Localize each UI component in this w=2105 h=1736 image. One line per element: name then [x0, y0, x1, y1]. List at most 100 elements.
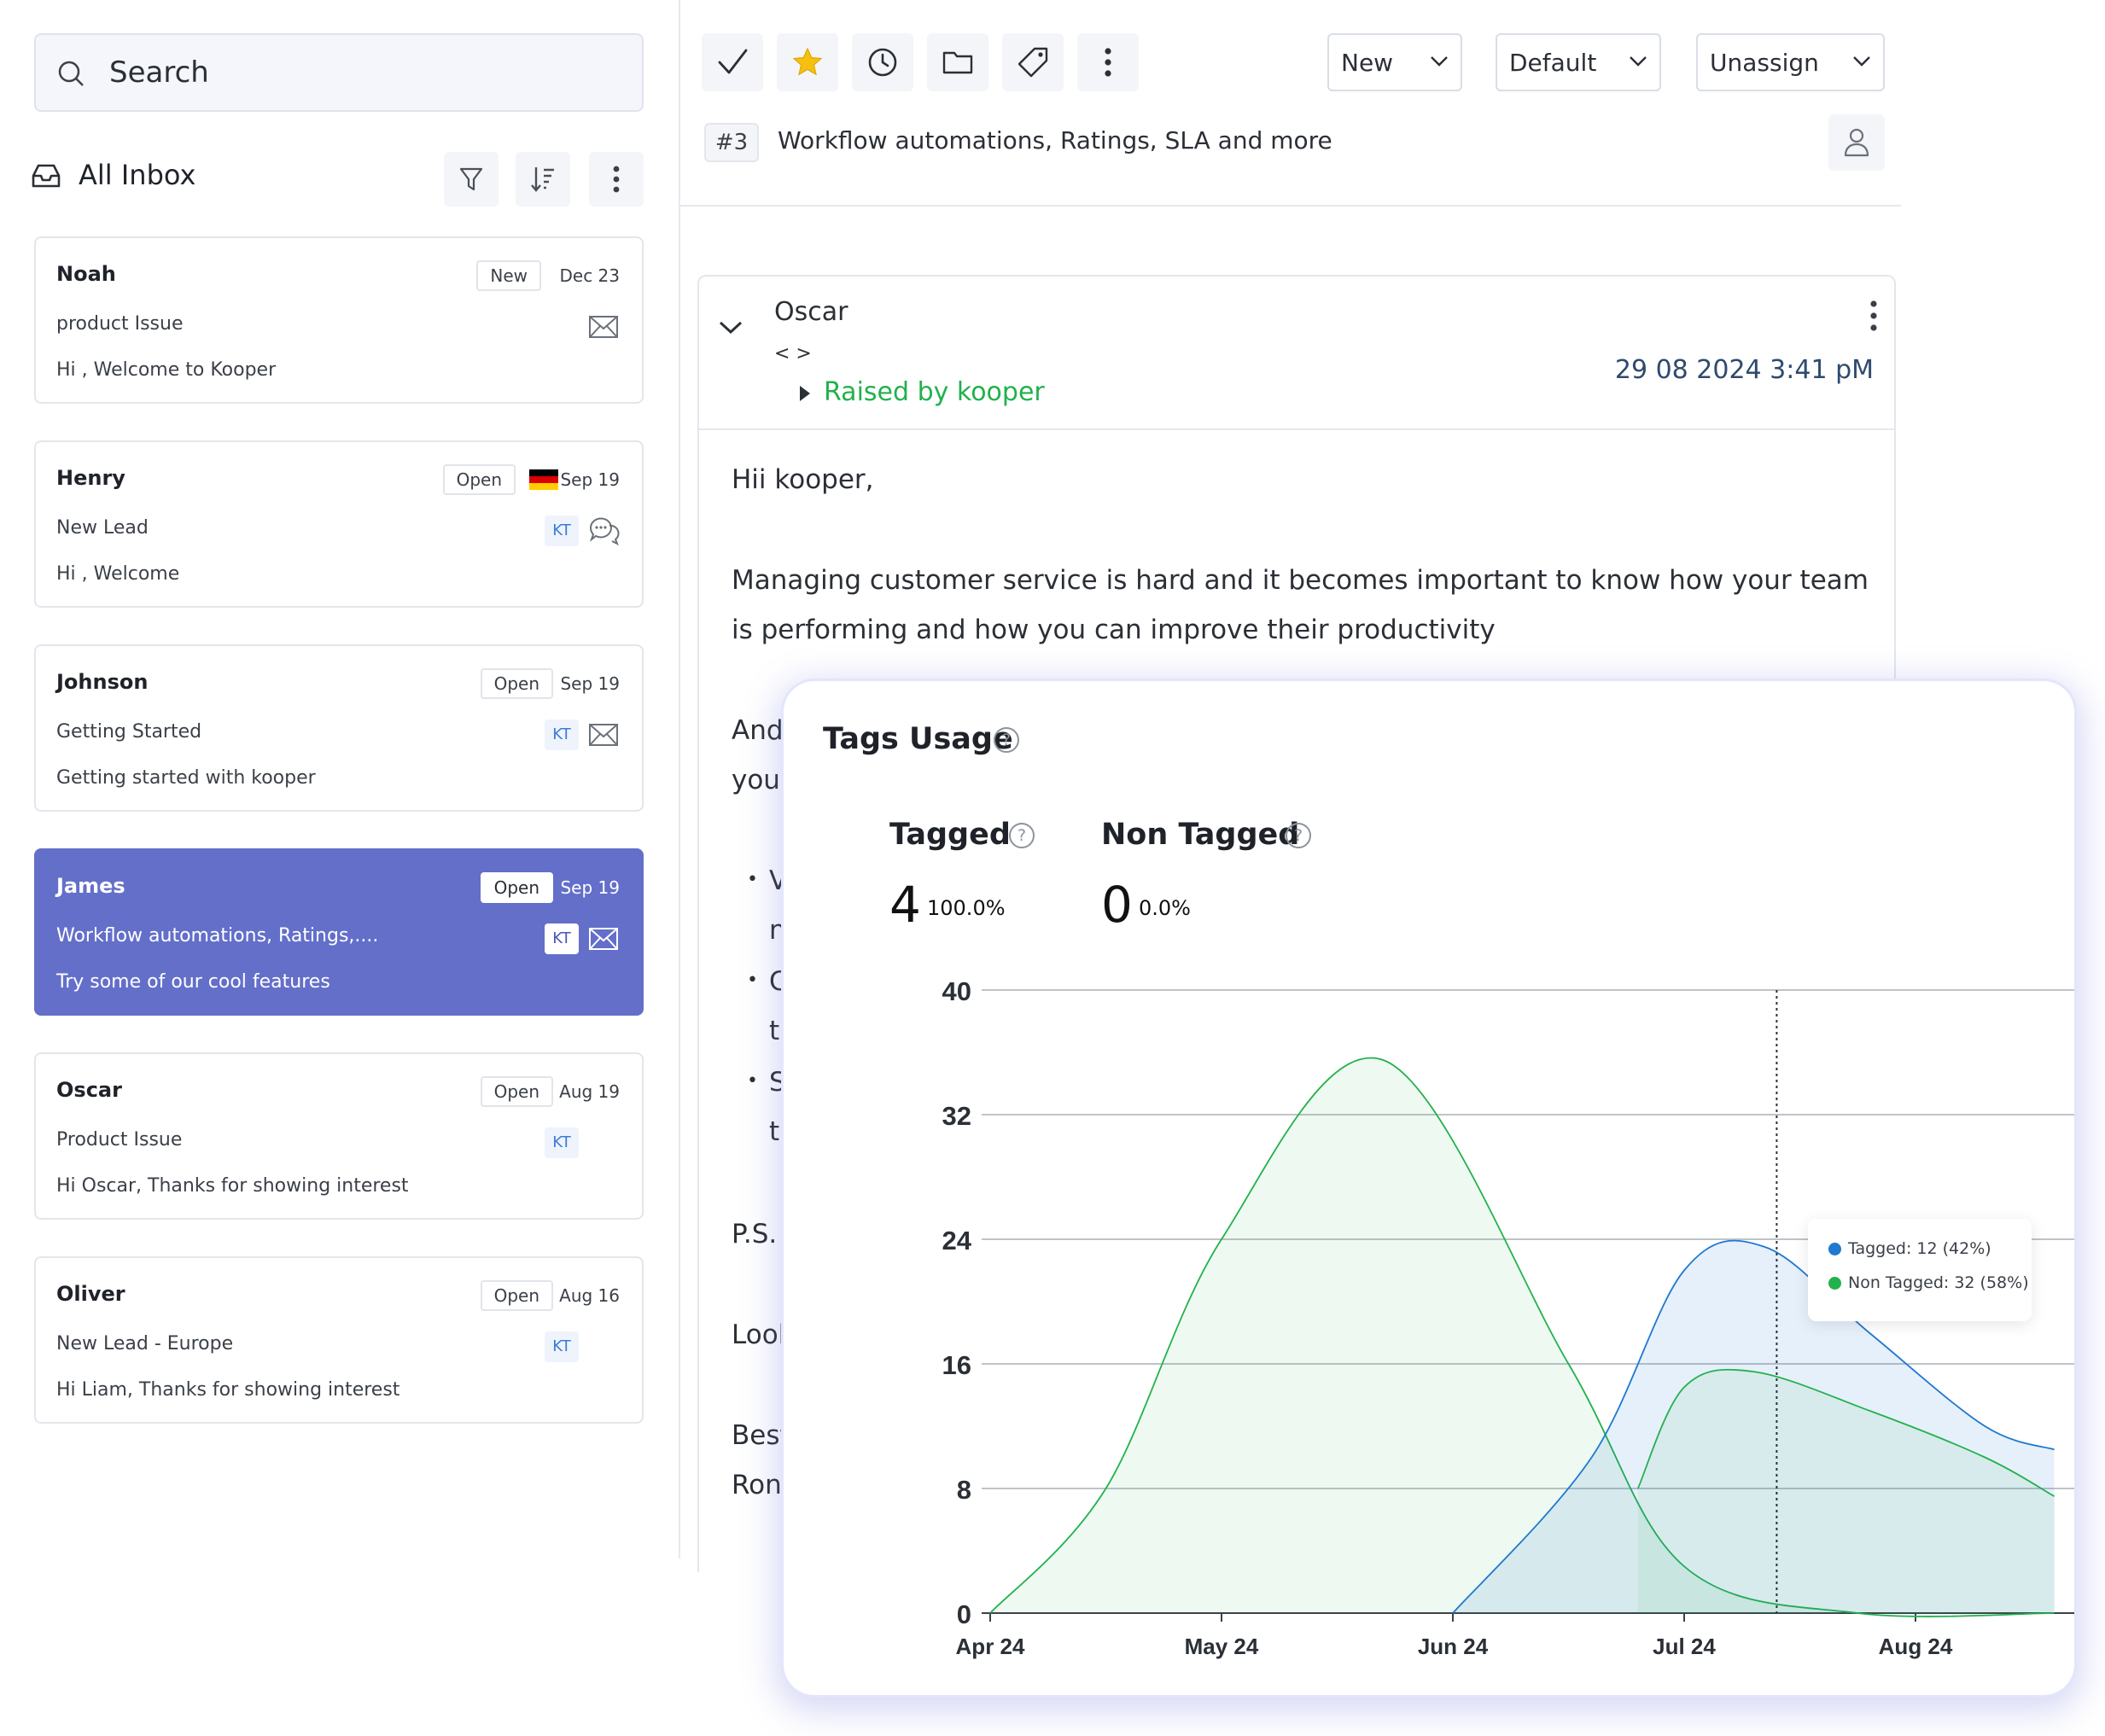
kt-badge: KT [545, 1127, 579, 1158]
more-vertical-icon [613, 166, 620, 193]
kt-badge: KT [545, 1331, 579, 1362]
search-icon [58, 61, 84, 86]
message-line: P.S. [732, 1219, 778, 1250]
star-button[interactable] [777, 33, 838, 91]
status-select[interactable]: New [1327, 33, 1462, 91]
raised-by-link[interactable]: Raised by kooper [824, 377, 1045, 407]
y-tick-label: 32 [942, 1101, 971, 1131]
user-icon [1844, 128, 1869, 157]
assign-select[interactable]: Unassign [1696, 33, 1885, 91]
envelope-icon [589, 928, 618, 950]
chevron-down-icon [1431, 56, 1448, 67]
tag-button[interactable] [1002, 33, 1064, 91]
conversation-preview: Hi Oscar, Thanks for showing interest [56, 1175, 409, 1197]
check-icon [718, 49, 748, 74]
contact-name: Henry [56, 466, 125, 490]
conversation-subject: product Issue [56, 313, 184, 335]
bullet: • [747, 869, 758, 890]
expand-triangle-icon[interactable] [800, 386, 810, 401]
conversation-item[interactable]: Johnson Open Sep 19 Getting Started KT G… [34, 644, 644, 812]
contact-name: Oliver [56, 1282, 125, 1306]
status-badge: Open [480, 872, 553, 903]
inbox-more-button[interactable] [589, 152, 644, 207]
tagged-dot-icon [1828, 1243, 1841, 1255]
resolve-button[interactable] [702, 33, 763, 91]
conversation-date: Dec 23 [559, 265, 620, 286]
tooltip-non-tagged: Non Tagged: 32 (58%) [1848, 1273, 2029, 1292]
conversation-date: Aug 19 [559, 1081, 620, 1102]
envelope-icon [589, 316, 618, 338]
conversation-sidebar: Search All Inbox Noah New Dec 23 product… [0, 0, 680, 1558]
status-badge: Open [442, 464, 516, 495]
conversation-item-active[interactable]: James Open Sep 19 Workflow automations, … [34, 848, 644, 1016]
tags-usage-card: Tags Usage ? Tagged ? 4 100.0% Non Tagge… [784, 681, 2074, 1695]
more-vertical-icon [1105, 48, 1111, 77]
ticket-number: #3 [704, 123, 759, 162]
folder-icon [942, 51, 973, 74]
x-tick-label: Jun 24 [1418, 1634, 1489, 1659]
conversation-subject: New Lead [56, 517, 149, 539]
star-icon [792, 47, 823, 76]
bullet: • [747, 1070, 758, 1092]
more-actions-button[interactable] [1077, 33, 1139, 91]
non-tagged-area [1637, 1369, 2055, 1613]
tags-usage-chart: 0 8 16 24 32 40 Apr 24 May 24 Jun 24 Jul 24 Aug 24 [942, 976, 2074, 1659]
message-line: And [732, 715, 784, 746]
assign-select-value: Unassign [1710, 49, 1819, 77]
chevron-down-icon [1630, 56, 1647, 67]
message-timestamp: 29 08 2024 3:41 pM [1614, 355, 1874, 385]
kt-badge: KT [545, 923, 579, 954]
status-select-value: New [1341, 49, 1394, 77]
message-line: Lool [732, 1319, 786, 1350]
clock-icon [868, 48, 897, 77]
kt-badge: KT [545, 516, 579, 546]
message-line: Ron [732, 1470, 782, 1500]
contact-name: James [56, 874, 125, 898]
message-line: Hii kooper, [732, 464, 874, 495]
envelope-icon [589, 724, 618, 746]
divider [680, 205, 1901, 207]
conversation-item[interactable]: Oscar Open Aug 19 Product Issue KT Hi Os… [34, 1052, 644, 1220]
x-tick-label: Jul 24 [1653, 1634, 1716, 1659]
status-badge: Open [480, 668, 553, 699]
conversation-item[interactable]: Noah New Dec 23 product Issue Hi , Welco… [34, 236, 644, 404]
conversation-preview: Try some of our cool features [56, 971, 330, 993]
inbox-title: All Inbox [79, 159, 196, 191]
x-tick-label: May 24 [1185, 1634, 1259, 1659]
conversation-preview: Hi Liam, Thanks for showing interest [56, 1379, 400, 1401]
conversation-subject: Getting Started [56, 721, 202, 743]
sender-name: Oscar [774, 297, 848, 327]
chevron-down-icon [1853, 56, 1870, 67]
message-line: Managing customer service is hard and it… [732, 565, 1869, 596]
y-tick-label: 16 [942, 1350, 971, 1380]
y-tick-label: 8 [957, 1475, 971, 1505]
status-badge: Open [480, 1076, 553, 1107]
conversation-item[interactable]: Henry Open Sep 19 New Lead KT Hi , Welco… [34, 440, 644, 608]
priority-select[interactable]: Default [1496, 33, 1661, 91]
contact-name: Noah [56, 262, 116, 286]
assignee-button[interactable] [1828, 114, 1885, 171]
message-more-icon[interactable] [1869, 299, 1879, 333]
chat-bubbles-icon [589, 517, 620, 546]
search-input[interactable]: Search [34, 33, 644, 112]
conversation-date: Aug 16 [559, 1285, 620, 1306]
bullet: • [747, 970, 758, 991]
search-placeholder: Search [109, 55, 209, 90]
y-tick-label: 0 [957, 1599, 971, 1629]
move-folder-button[interactable] [927, 33, 988, 91]
message-line: is performing and how you can improve th… [732, 615, 1496, 645]
conversation-preview: Hi , Welcome to Kooper [56, 359, 277, 381]
sort-button[interactable] [516, 152, 570, 207]
filter-button[interactable] [444, 152, 499, 207]
snooze-button[interactable] [852, 33, 913, 91]
contact-name: Johnson [56, 670, 149, 694]
y-tick-label: 24 [942, 1226, 972, 1255]
conversation-preview: Getting started with kooper [56, 767, 316, 789]
collapse-chevron-icon[interactable] [718, 319, 743, 336]
divider [699, 428, 1894, 430]
conversation-subject: Product Issue [56, 1129, 183, 1151]
conversation-item[interactable]: Oliver Open Aug 16 New Lead - Europe KT … [34, 1256, 644, 1424]
chart-tooltip: Tagged: 12 (42%) Non Tagged: 32 (58%) [1808, 1219, 2032, 1321]
conversation-date: Sep 19 [560, 877, 620, 898]
priority-select-value: Default [1509, 49, 1597, 77]
